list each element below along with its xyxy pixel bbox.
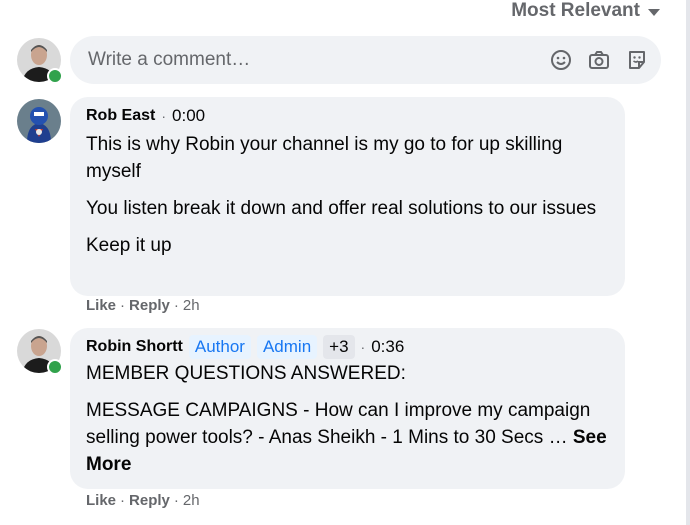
separator-dot: · — [120, 297, 126, 314]
caret-down-icon — [648, 9, 660, 16]
comment-paragraph: Keep it up — [86, 235, 172, 256]
sticker-icon[interactable] — [625, 48, 649, 72]
more-badges[interactable]: +3 — [323, 335, 355, 359]
online-status-dot — [47, 68, 63, 84]
comment-paragraph: MEMBER QUESTIONS ANSWERED: — [86, 363, 406, 384]
reply-button[interactable]: Reply — [129, 492, 170, 509]
admin-badge[interactable]: Admin — [256, 335, 318, 359]
comment-paragraph: MESSAGE CAMPAIGNS - How can I improve my… — [86, 397, 609, 478]
sort-dropdown[interactable]: Most Relevant — [511, 0, 660, 22]
comment-actions: Like · Reply · 2h — [86, 492, 200, 509]
sort-label: Most Relevant — [511, 0, 640, 21]
separator-dot: · — [360, 339, 366, 355]
comment-composer[interactable] — [70, 36, 661, 84]
separator-dot: · — [173, 297, 179, 314]
comment-paragraph: This is why Robin your channel is my go … — [86, 134, 563, 182]
online-status-dot — [47, 359, 63, 375]
comment-author[interactable]: Rob East — [86, 107, 155, 125]
emoji-icon[interactable] — [549, 48, 573, 72]
panel-border — [686, 0, 690, 525]
camera-icon[interactable] — [587, 48, 611, 72]
separator-dot: · — [120, 492, 126, 509]
separator-dot: · — [161, 108, 167, 124]
like-button[interactable]: Like — [86, 297, 116, 314]
reply-button[interactable]: Reply — [129, 297, 170, 314]
commenter-avatar[interactable] — [17, 99, 61, 143]
author-badge[interactable]: Author — [188, 335, 251, 359]
like-button[interactable]: Like — [86, 492, 116, 509]
comment-input[interactable] — [86, 48, 530, 72]
comment-age[interactable]: 2h — [183, 492, 200, 509]
comment-paragraph: You listen break it down and offer real … — [86, 198, 597, 219]
video-timestamp[interactable]: 0:36 — [371, 337, 404, 357]
comment-header: Rob East · 0:00 — [86, 105, 609, 127]
separator-dot: · — [173, 492, 179, 509]
comment-author[interactable]: Robin Shortt — [86, 338, 183, 356]
comment-age[interactable]: 2h — [183, 297, 200, 314]
comment-bubble: Rob East · 0:00 This is why Robin your c… — [70, 97, 625, 296]
composer-icons — [549, 48, 649, 72]
comment-truncated-text: MESSAGE CAMPAIGNS - How can I improve my… — [86, 400, 591, 448]
video-timestamp[interactable]: 0:00 — [172, 106, 205, 126]
comment-header: Robin Shortt Author Admin +3 · 0:36 — [86, 335, 609, 359]
comment-actions: Like · Reply · 2h — [86, 297, 200, 314]
comment-bubble: Robin Shortt Author Admin +3 · 0:36 MEMB… — [70, 328, 625, 489]
